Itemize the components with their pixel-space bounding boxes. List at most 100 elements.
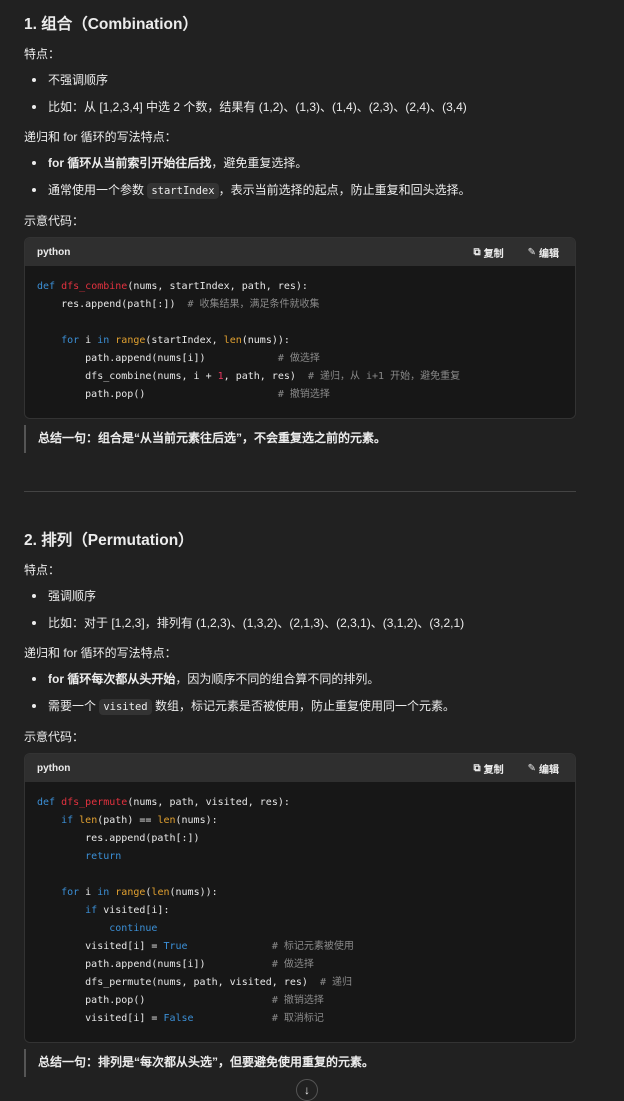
section-title: 1. 组合（Combination） [24, 16, 198, 33]
arrow-down-icon: ↓ [304, 1083, 310, 1097]
code-line: dfs_permute(nums, path, visited, res) # … [37, 974, 563, 992]
bold-text: for 循环每次都从头开始 [48, 672, 176, 686]
code-content: def dfs_permute(nums, path, visited, res… [25, 782, 575, 1042]
recursion-point: for 循环从当前索引开始往后找，避免重复选择。 [24, 153, 576, 173]
code-token: , path, res) [223, 371, 308, 382]
code-line: return [37, 848, 563, 866]
copy-icon: ⧉ [473, 246, 481, 258]
code-token: # 取消标记 [271, 1013, 324, 1024]
code-token: path.append(nums[i]) [37, 959, 272, 970]
copy-button[interactable]: ⧉ 复制 [473, 245, 503, 260]
code-token: for [37, 887, 86, 898]
code-token: i [85, 335, 98, 346]
section-0: 1. 组合（Combination） 特点： 不强调顺序 比如：从 [1,2,3,… [24, 14, 576, 453]
text: ，避免重复选择。 [211, 156, 308, 170]
recursion-label: 递归和 for 循环的写法特点： [24, 130, 177, 144]
edit-icon: ✎ [527, 762, 536, 774]
inline-code: visited [99, 699, 152, 715]
code-token: def [37, 281, 62, 292]
copy-label: 复制 [483, 764, 504, 776]
code-token: def [37, 797, 62, 808]
copy-button[interactable]: ⧉ 复制 [473, 761, 503, 776]
code-token: # 收集结果，满足条件就收集 [187, 299, 320, 310]
code-block: python ⧉ 复制 ✎ 编辑 def dfs_permute(nums, pat… [24, 753, 576, 1043]
code-label: 示意代码： [24, 730, 85, 744]
code-token: # 递归，从 i+1 开始，避免重复 [307, 371, 461, 382]
code-token: dfs_permute [61, 797, 128, 808]
code-line: dfs_combine(nums, i + 1, path, res) # 递归… [37, 368, 563, 386]
code-line: def dfs_combine(nums, startIndex, path, … [37, 278, 563, 296]
bold-text: for 循环从当前索引开始往后找 [48, 156, 212, 170]
code-token: dfs_combine(nums, i + [37, 371, 218, 382]
code-content: def dfs_combine(nums, startIndex, path, … [25, 266, 575, 418]
code-line: for i in range(len(nums)): [37, 884, 563, 902]
code-line: path.append(nums[i]) # 做选择 [37, 956, 563, 974]
code-token: visited[i] = [37, 941, 164, 952]
code-token: path.pop() [37, 389, 278, 400]
edit-button[interactable]: ✎ 编辑 [528, 245, 559, 260]
code-line: if visited[i]: [37, 902, 563, 920]
code-token: # 撤销选择 [271, 995, 324, 1006]
code-token: i [85, 887, 98, 898]
code-token: # 递归 [319, 977, 353, 988]
code-block: python ⧉ 复制 ✎ 编辑 def dfs_combine(nums, sta… [24, 237, 576, 419]
section-title: 2. 排列（Permutation） [24, 532, 194, 549]
edit-icon: ✎ [527, 246, 536, 258]
code-line: path.append(nums[i]) # 做选择 [37, 350, 563, 368]
text: ，表示当前选择的起点，防止重复和回头选择。 [218, 183, 471, 197]
code-token: (startIndex, [145, 335, 224, 346]
code-token: if [37, 905, 104, 916]
code-token: in [97, 887, 116, 898]
recursion-point: 需要一个 visited 数组，标记元素是否被使用，防止重复使用同一个元素。 [24, 696, 576, 717]
summary-quote: 总结一句：排列是“每次都从头选”，但要避免使用重复的元素。 [24, 1049, 576, 1077]
code-line: if len(path) == len(nums): [37, 812, 563, 830]
code-token: len [151, 887, 170, 898]
code-token: visited[i]: [103, 905, 170, 916]
edit-button[interactable]: ✎ 编辑 [528, 761, 559, 776]
section-1: 2. 排列（Permutation） 特点： 强调顺序比如：对于 [1,2,3]… [24, 530, 576, 1077]
code-token: res.append(path[:]) [37, 299, 188, 310]
code-line: res.append(path[:]) [37, 830, 563, 848]
code-line: path.pop() # 撤销选择 [37, 992, 563, 1010]
code-token: range [115, 887, 146, 898]
code-line: res.append(path[:]) # 收集结果，满足条件就收集 [37, 296, 563, 314]
code-token: len [157, 815, 176, 826]
code-line: for i in range(startIndex, len(nums)): [37, 332, 563, 350]
code-line: def dfs_permute(nums, path, visited, res… [37, 794, 563, 812]
code-token: continue [37, 923, 158, 934]
code-token: range [115, 335, 146, 346]
code-token: # 标记元素被使用 [271, 941, 354, 952]
code-line: continue [37, 920, 563, 938]
inline-code: startIndex [147, 183, 219, 199]
code-token: res.append(path[:]) [37, 833, 200, 844]
text: ，因为顺序不同的组合算不同的排列。 [175, 672, 380, 686]
recursion-point: for 循环每次都从头开始，因为顺序不同的组合算不同的排列。 [24, 669, 576, 689]
features-label: 特点： [24, 47, 61, 61]
code-token: # 做选择 [271, 959, 314, 970]
scroll-to-bottom-button[interactable]: ↓ [296, 1079, 318, 1101]
feature-item: 强调顺序 [24, 586, 576, 606]
copy-icon: ⧉ [473, 762, 481, 774]
code-token: for [37, 335, 86, 346]
feature-item: 比如：对于 [1,2,3]，排列有 (1,2,3)、(1,3,2)、(2,1,3… [24, 613, 576, 633]
features-label: 特点： [24, 563, 61, 577]
feature-item: 不强调顺序 [24, 70, 576, 90]
code-token: dfs_combine [61, 281, 128, 292]
text: 需要一个 [48, 699, 100, 713]
code-token: len [79, 815, 98, 826]
code-token: (nums, path, visited, res): [127, 797, 290, 808]
divider [24, 491, 576, 492]
code-language: python [37, 246, 71, 258]
code-token: (nums, startIndex, path, res): [127, 281, 308, 292]
code-token: if [37, 815, 80, 826]
code-line: path.pop() # 撤销选择 [37, 386, 563, 404]
edit-label: 编辑 [539, 248, 559, 260]
recursion-label: 递归和 for 循环的写法特点： [24, 646, 177, 660]
code-token: (nums)): [241, 335, 290, 346]
text: 数组，标记元素是否被使用，防止重复使用同一个元素。 [151, 699, 455, 713]
code-token: path.pop() [37, 995, 272, 1006]
summary-quote: 总结一句：组合是“从当前元素往后选”，不会重复选之前的元素。 [24, 425, 576, 453]
code-token: dfs_permute(nums, path, visited, res) [37, 977, 320, 988]
